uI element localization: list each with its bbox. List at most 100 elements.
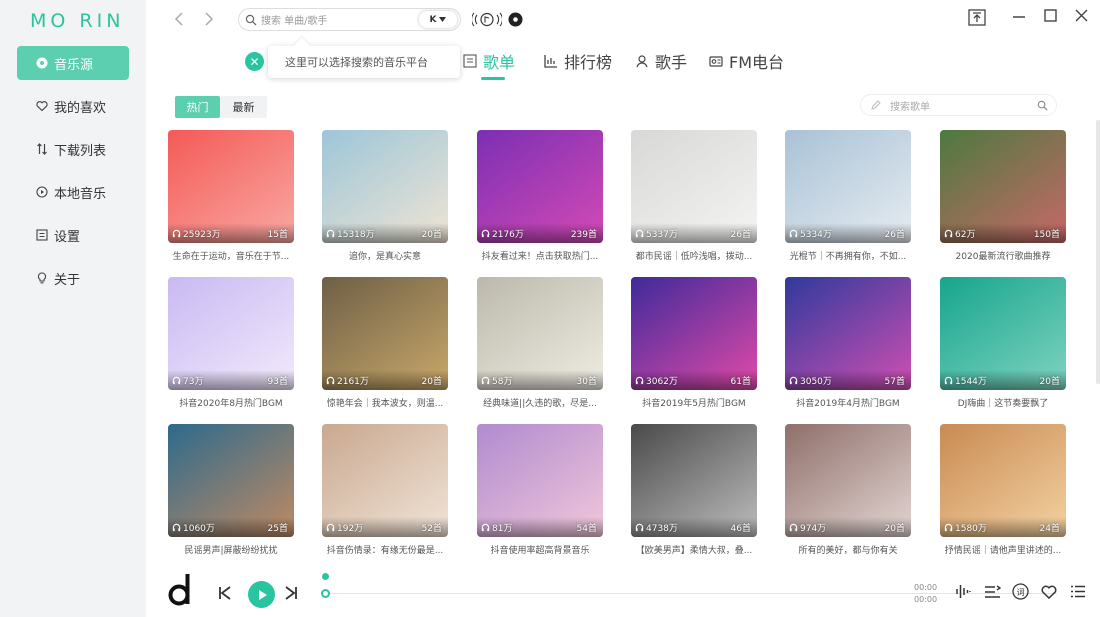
playlist-cover[interactable]: 73万 93首	[168, 277, 294, 390]
playlist-card[interactable]: 974万 20首所有的美好，都与你有关	[785, 424, 911, 556]
mini-mode-icon[interactable]	[968, 9, 986, 26]
sound-wave-icon[interactable]	[956, 583, 971, 600]
search-icon[interactable]	[1037, 100, 1048, 111]
playlist-title[interactable]: 生命在于运动，音乐在于节...	[168, 249, 294, 262]
sidebar-item-downloads[interactable]: 下载列表	[17, 132, 129, 166]
headphones-icon	[481, 376, 490, 385]
playlist-card[interactable]: 58万 30首经典味道||久违的歌，尽是...	[477, 277, 603, 409]
sidebar-item-about[interactable]: 关于	[17, 261, 129, 295]
playlist-title[interactable]: 惊艳年会｜我本波女，则温...	[322, 396, 448, 409]
search-box[interactable]: 搜索 单曲/歌手 K	[238, 8, 461, 31]
playlist-cover[interactable]: 5334万 26首	[785, 130, 911, 243]
filter-new-button[interactable]: 最新	[220, 96, 267, 118]
track-count: 20首	[1039, 377, 1060, 387]
tab-charts[interactable]: 排行榜	[544, 50, 612, 72]
playlist-search-box[interactable]: 搜索歌单	[860, 94, 1057, 116]
like-heart-icon[interactable]	[1041, 585, 1057, 599]
playlist-cover[interactable]: 4738万 46首	[631, 424, 757, 537]
minimize-icon[interactable]	[1013, 16, 1025, 18]
tab-fm-radio[interactable]: FM电台	[709, 50, 784, 72]
playlist-cover[interactable]: 974万 20首	[785, 424, 911, 537]
playlist-title[interactable]: 抖友看过来！点击获取热门...	[477, 249, 603, 262]
playlist-title[interactable]: 追你，是真心实意	[322, 249, 448, 262]
playlist-cover[interactable]: 3062万 61首	[631, 277, 757, 390]
playlist-cover[interactable]: 81万 54首	[477, 424, 603, 537]
tab-playlists[interactable]: 歌单	[463, 50, 515, 72]
playlist-title[interactable]: 抖音伤情录：有缘无份最是...	[322, 543, 448, 556]
search-input[interactable]: 搜索 单曲/歌手	[261, 12, 328, 27]
headphones-icon	[172, 523, 181, 532]
playlist-cover[interactable]: 25923万 15首	[168, 130, 294, 243]
playlist-cover[interactable]: 5337万 26首	[631, 130, 757, 243]
playlist-card[interactable]: 1580万 24首抒情民谣｜请他声里讲述的...	[940, 424, 1066, 556]
back-arrow-icon[interactable]	[171, 10, 187, 28]
playlist-card[interactable]: 192万 52首抖音伤情录：有缘无份最是...	[322, 424, 448, 556]
sidebar-item-settings[interactable]: 设置	[17, 218, 129, 252]
playlist-card[interactable]: 81万 54首抖音使用率超高背景音乐	[477, 424, 603, 556]
sidebar-item-local-music[interactable]: 本地音乐	[17, 175, 129, 209]
playlist-cover[interactable]: 1060万 25首	[168, 424, 294, 537]
playlist-card[interactable]: 25923万 15首生命在于运动，音乐在于节...	[168, 130, 294, 262]
close-tooltip-button[interactable]: ✕	[245, 52, 264, 71]
playlist-cover[interactable]: 1580万 24首	[940, 424, 1066, 537]
playlist-cover[interactable]: 62万 150首	[940, 130, 1066, 243]
playlist-card[interactable]: 73万 93首抖音2020年8月热门BGM	[168, 277, 294, 409]
lyrics-icon[interactable]: 词	[1012, 583, 1029, 600]
sidebar-item-music-source[interactable]: 音乐源	[17, 46, 129, 80]
playlist-cover[interactable]: 15318万 20首	[322, 130, 448, 243]
playlist-title[interactable]: 抒情民谣｜请他声里讲述的...	[940, 543, 1066, 556]
filter-hot-button[interactable]: 热门	[175, 96, 220, 118]
playlist-cover[interactable]: 3050万 57首	[785, 277, 911, 390]
play-count-value: 1544万	[955, 377, 987, 387]
playlist-card[interactable]: 2176万 239首抖友看过来！点击获取热门...	[477, 130, 603, 262]
track-count: 20首	[421, 230, 442, 240]
close-window-icon[interactable]	[1075, 9, 1088, 22]
next-track-icon[interactable]	[284, 586, 298, 600]
playlist-title[interactable]: 民谣男声|屏蔽纷纷扰扰	[168, 543, 294, 556]
playlist-cover[interactable]: 192万 52首	[322, 424, 448, 537]
playlist-cover[interactable]: 2161万 20首	[322, 277, 448, 390]
playlist-title[interactable]: 经典味道||久违的歌，尽是...	[477, 396, 603, 409]
playlist-title[interactable]: 抖音2020年8月热门BGM	[168, 396, 294, 409]
playlist-card[interactable]: 4738万 46首【欧美男声】柔情大叔，叠...	[631, 424, 757, 556]
listen-recognize-icon[interactable]	[472, 11, 502, 28]
scrollbar[interactable]	[1096, 120, 1100, 384]
playlist-cover[interactable]: 1544万 20首	[940, 277, 1066, 390]
playlist-card[interactable]: 2161万 20首惊艳年会｜我本波女，则温...	[322, 277, 448, 409]
playlist-card[interactable]: 62万 150首 2020最新流行歌曲推荐	[940, 130, 1066, 262]
play-icon	[258, 589, 267, 600]
maximize-icon[interactable]	[1044, 9, 1057, 22]
playlist-title[interactable]: 【欧美男声】柔情大叔，叠...	[631, 543, 757, 556]
playlist-card[interactable]: 5337万 26首都市民谣｜低吟浅唱，拨动...	[631, 130, 757, 262]
play-count: 3050万	[789, 374, 832, 387]
playlist-card[interactable]: 3050万 57首抖音2019年4月热门BGM	[785, 277, 911, 409]
playlist-title[interactable]: 都市民谣｜低吟浅唱，拨动...	[631, 249, 757, 262]
menu-list-icon[interactable]	[1071, 585, 1085, 598]
previous-track-icon[interactable]	[218, 586, 232, 600]
playlist-search-input[interactable]: 搜索歌单	[890, 98, 930, 113]
playlist-card[interactable]: 3062万 61首抖音2019年5月热门BGM	[631, 277, 757, 409]
playlist-card[interactable]: 1544万 20首 DJ嗨曲｜这节奏要飘了	[940, 277, 1066, 409]
playlist-title[interactable]: 所有的美好，都与你有关	[785, 543, 911, 556]
progress-handle[interactable]	[321, 589, 330, 598]
source-select[interactable]: K	[419, 11, 457, 28]
playlist-cover[interactable]: 58万 30首	[477, 277, 603, 390]
playlist-title[interactable]: 抖音使用率超高背景音乐	[477, 543, 603, 556]
tab-singers[interactable]: 歌手	[635, 50, 687, 72]
record-disc-icon[interactable]	[508, 12, 523, 27]
playlist-card[interactable]: 1060万 25首民谣男声|屏蔽纷纷扰扰	[168, 424, 294, 556]
playlist-queue-icon[interactable]	[984, 585, 1001, 599]
play-button[interactable]	[248, 581, 275, 608]
playlist-cover[interactable]: 2176万 239首	[477, 130, 603, 243]
playlist-title[interactable]: 抖音2019年4月热门BGM	[785, 396, 911, 409]
playlist-title[interactable]: 光棍节｜不再拥有你，不如...	[785, 249, 911, 262]
volume-indicator[interactable]	[322, 573, 329, 580]
playlist-title[interactable]: 2020最新流行歌曲推荐	[940, 249, 1066, 262]
playlist-card[interactable]: 15318万 20首追你，是真心实意	[322, 130, 448, 262]
playlist-card[interactable]: 5334万 26首光棍节｜不再拥有你，不如...	[785, 130, 911, 262]
playlist-title[interactable]: DJ嗨曲｜这节奏要飘了	[940, 396, 1066, 409]
forward-arrow-icon[interactable]	[201, 10, 217, 28]
playlist-title[interactable]: 抖音2019年5月热门BGM	[631, 396, 757, 409]
progress-bar[interactable]	[325, 593, 1057, 594]
sidebar-item-favorites[interactable]: 我的喜欢	[17, 89, 129, 123]
